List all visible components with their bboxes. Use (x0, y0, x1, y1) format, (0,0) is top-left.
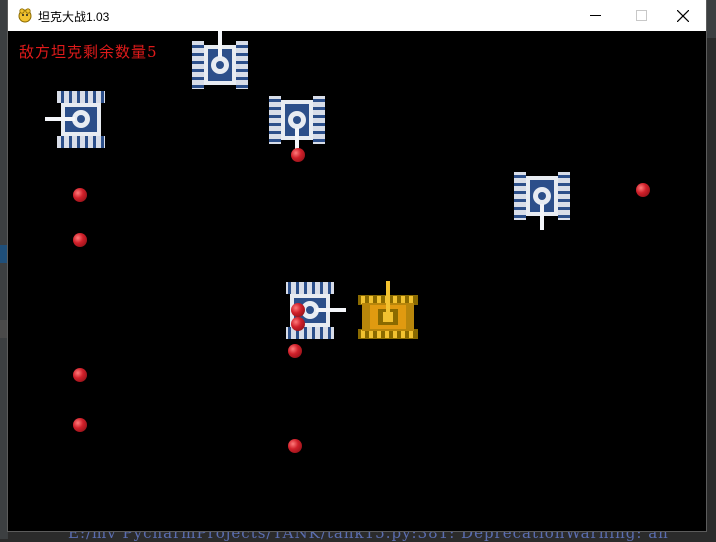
bullet (291, 303, 305, 317)
enemy-tank-3 (269, 96, 325, 154)
minimize-button[interactable] (572, 0, 618, 31)
bullet (291, 148, 305, 162)
background-ide-toolbar (706, 0, 716, 38)
maximize-button[interactable] (618, 0, 664, 31)
game-canvas[interactable]: 敌方坦克剩余数量5 (8, 31, 706, 531)
enemy-tank-1 (192, 31, 248, 89)
background-ide-right-strip (706, 0, 716, 539)
pygame-app-icon (18, 8, 32, 23)
bullet (73, 188, 87, 202)
close-button[interactable] (660, 0, 706, 31)
bullet (73, 368, 87, 382)
close-icon (677, 9, 689, 22)
bullet (73, 233, 87, 247)
background-ide-marker (0, 245, 8, 263)
enemy-remaining-counter: 敌方坦克剩余数量5 (19, 43, 158, 61)
enemy-tank-4 (514, 172, 570, 230)
enemy-tank-2 (45, 91, 105, 148)
game-window[interactable]: 坦克大战1.03 敌方坦克剩余数量5 (8, 0, 706, 531)
bullet (291, 317, 305, 331)
minimize-icon (589, 15, 601, 16)
window-title: 坦克大战1.03 (38, 10, 110, 24)
bullet (73, 418, 87, 432)
player-tank (358, 281, 418, 339)
background-ide-left-strip (0, 0, 8, 539)
bullet (288, 344, 302, 358)
maximize-icon (635, 10, 647, 21)
title-bar[interactable]: 坦克大战1.03 (8, 0, 706, 31)
bullet (288, 439, 302, 453)
bullet (636, 183, 650, 197)
background-ide-marker (0, 320, 8, 338)
